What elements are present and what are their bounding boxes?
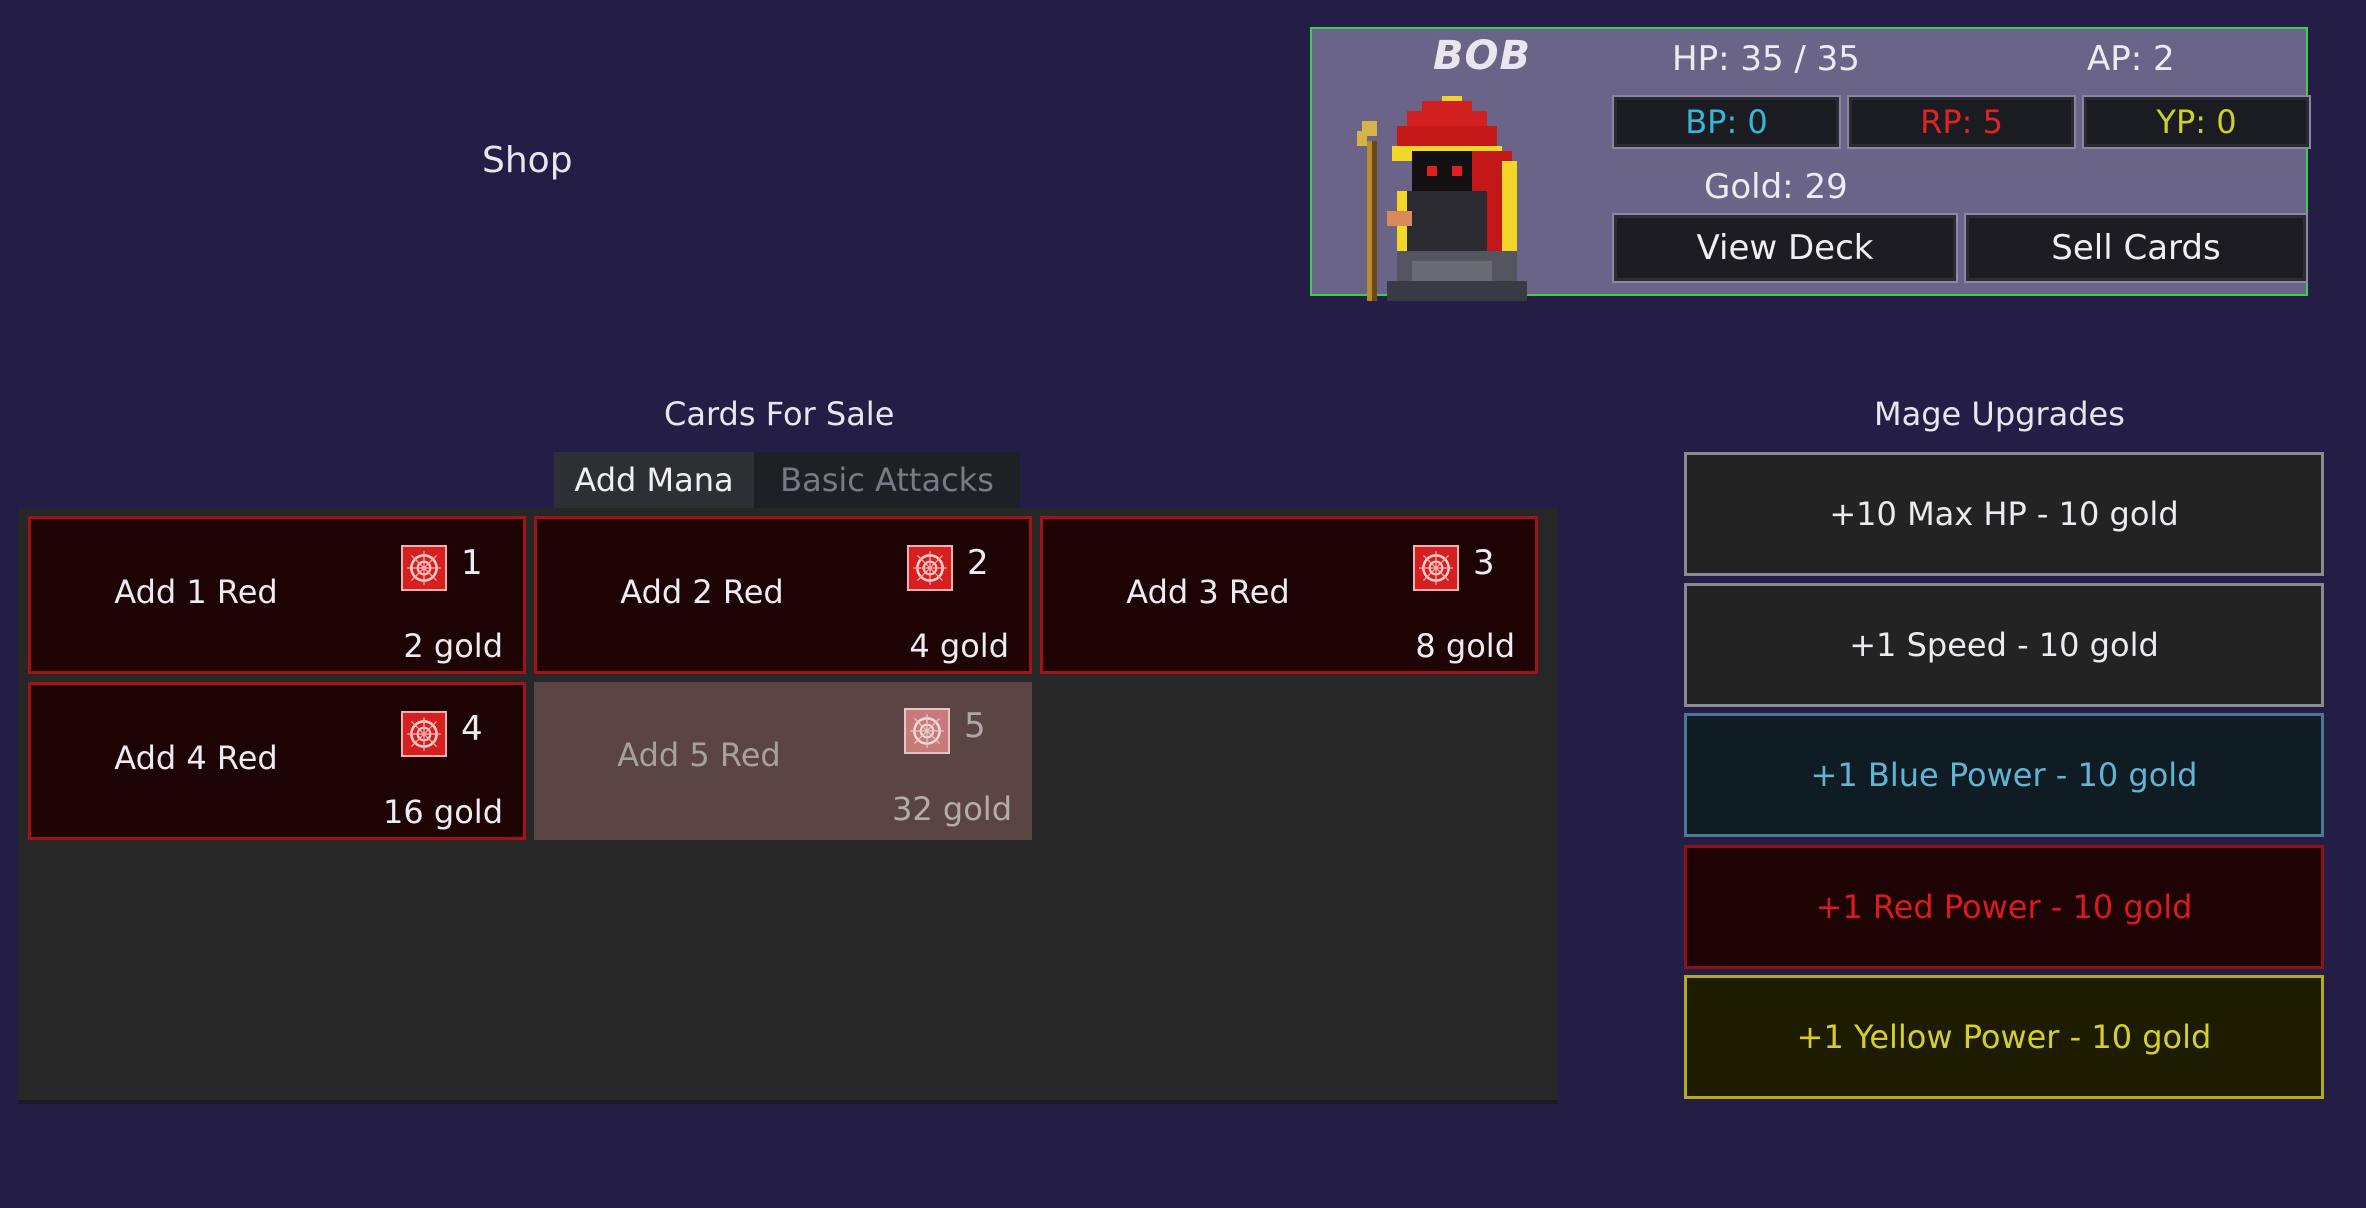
gold-stat: Gold: 29 [1704, 167, 1848, 207]
card-name: Add 5 Red [617, 736, 781, 774]
upgrade-blue-power-button[interactable]: +1 Blue Power - 10 gold [1684, 713, 2324, 837]
red-mana-icon [1413, 545, 1459, 591]
card-count: 3 [1473, 543, 1495, 583]
shop-card[interactable]: Add 3 Red 3 8 gold [1040, 516, 1538, 674]
card-price: 32 gold [892, 790, 1012, 828]
player-name: BOB [1433, 33, 1531, 79]
tab-add-mana[interactable]: Add Mana [554, 452, 754, 508]
hp-stat: HP: 35 / 35 [1672, 39, 1860, 79]
shop-card[interactable]: Add 4 Red 4 16 gold [28, 682, 526, 840]
view-deck-button[interactable]: View Deck [1612, 213, 1958, 283]
upgrade-red-power-button[interactable]: +1 Red Power - 10 gold [1684, 845, 2324, 969]
red-power-stat: RP: 5 [1847, 95, 2076, 149]
upgrade-yellow-power-button[interactable]: +1 Yellow Power - 10 gold [1684, 975, 2324, 1099]
card-price: 2 gold [403, 627, 503, 665]
card-count: 5 [964, 706, 986, 746]
card-name: Add 2 Red [620, 573, 784, 611]
red-mage-avatar [1352, 91, 1532, 311]
card-name: Add 4 Red [114, 739, 278, 777]
shop-card[interactable]: Add 2 Red 2 4 gold [534, 516, 1032, 674]
red-mana-icon [907, 545, 953, 591]
card-name: Add 1 Red [114, 573, 278, 611]
card-price: 4 gold [909, 627, 1009, 665]
shop-card[interactable]: Add 1 Red 1 2 gold [28, 516, 526, 674]
shop-card-unaffordable[interactable]: Add 5 Red 5 32 gold [534, 682, 1032, 840]
card-count: 1 [461, 543, 483, 583]
red-mana-icon [904, 708, 950, 754]
blue-power-stat: BP: 0 [1612, 95, 1841, 149]
cards-for-sale-title: Cards For Sale [664, 395, 895, 433]
red-mana-icon [401, 545, 447, 591]
card-price: 8 gold [1415, 627, 1515, 665]
red-mana-icon [401, 711, 447, 757]
ap-stat: AP: 2 [2087, 39, 2175, 79]
shop-title: Shop [482, 140, 573, 181]
upgrade-max-hp-button[interactable]: +10 Max HP - 10 gold [1684, 452, 2324, 576]
card-count: 4 [461, 709, 483, 749]
sell-cards-button[interactable]: Sell Cards [1964, 213, 2308, 283]
mage-upgrades-title: Mage Upgrades [1874, 395, 2125, 433]
player-panel: BOB HP: 35 / 35 AP: 2 BP: 0 RP: 5 YP: 0 … [1310, 27, 2311, 301]
card-price: 16 gold [383, 793, 503, 831]
upgrade-speed-button[interactable]: +1 Speed - 10 gold [1684, 583, 2324, 707]
card-name: Add 3 Red [1126, 573, 1290, 611]
yellow-power-stat: YP: 0 [2082, 95, 2311, 149]
cards-panel: Add 1 Red 1 2 gold Add 2 Red 2 4 gold Ad… [18, 508, 1558, 1100]
card-count: 2 [967, 543, 989, 583]
tab-basic-attacks[interactable]: Basic Attacks [754, 452, 1020, 508]
